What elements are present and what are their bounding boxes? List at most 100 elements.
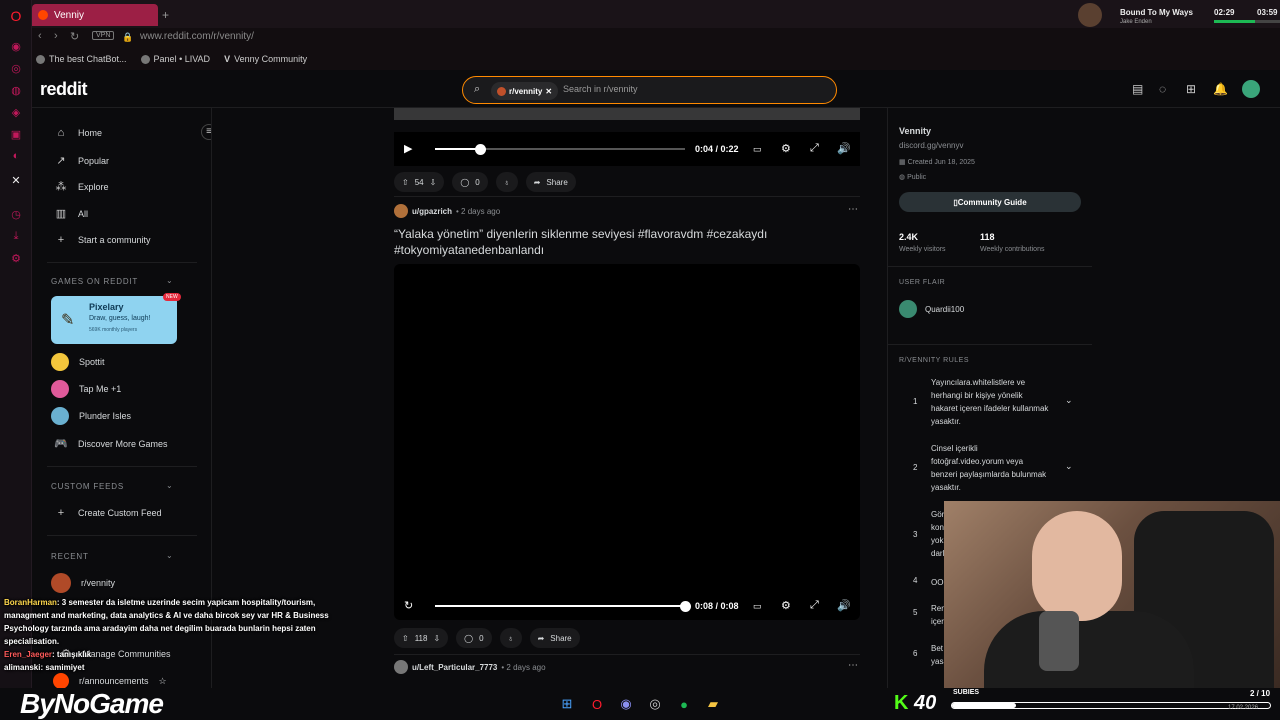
chat-icon[interactable]: ◌ xyxy=(1159,82,1166,96)
downvote-icon[interactable]: ⇩ xyxy=(430,178,437,187)
comments-button[interactable]: ◯ 0 xyxy=(452,172,488,192)
bookmark-panel[interactable]: Panel • LIVAD xyxy=(140,54,210,64)
advertise-icon[interactable]: ▤ xyxy=(1132,82,1143,96)
game-plunder[interactable]: Plunder Isles xyxy=(51,407,131,425)
bookmark-venny[interactable]: V Venny Community xyxy=(224,54,307,64)
chevron-down-icon[interactable]: ⌄ xyxy=(166,481,173,490)
gamepad-icon: 🎮 xyxy=(54,438,68,450)
game-spottit[interactable]: Spottit xyxy=(51,353,105,371)
nav-explore[interactable]: ⁂ Explore xyxy=(54,180,109,193)
create-custom-feed[interactable]: + Create Custom Feed xyxy=(54,507,162,519)
nav-start-community[interactable]: + Start a community xyxy=(54,234,151,246)
pixelary-card[interactable]: ✎ Pixelary Draw, guess, laugh! 569K mont… xyxy=(51,293,181,344)
vote-pill[interactable]: ⇧ 118 ⇩ xyxy=(394,628,449,648)
new-tab-button[interactable]: + xyxy=(162,8,169,22)
more-options-icon[interactable]: ⋯ xyxy=(848,204,858,215)
post2-video[interactable] xyxy=(394,264,860,620)
vpn-badge[interactable]: VPN xyxy=(92,31,115,40)
forward-icon[interactable]: › xyxy=(54,30,58,42)
post3-user[interactable]: u/Left_Particular_7773 xyxy=(412,663,497,672)
upvote-icon[interactable]: ⇧ xyxy=(402,178,409,187)
tab-reddit[interactable]: Venniy xyxy=(32,4,158,26)
discord-taskbar-icon[interactable]: ◉ xyxy=(617,695,635,713)
community-guide-button[interactable]: ▯ Community Guide xyxy=(899,192,1081,212)
share-button[interactable]: ➦ Share xyxy=(525,172,576,192)
chevron-down-icon[interactable]: ⌄ xyxy=(166,276,173,285)
captions-icon[interactable]: ▭ xyxy=(753,144,762,155)
reddit-logo[interactable]: reddit xyxy=(40,79,88,100)
rule-number: 6 xyxy=(913,649,918,658)
replay-icon[interactable]: ↻ xyxy=(404,599,413,612)
volume-icon[interactable]: 🔊 xyxy=(837,142,851,155)
post2-title[interactable]: “Yalaka yönetim” diyenlerin siklenme sev… xyxy=(394,226,794,258)
chat-text: : tanışıklık xyxy=(52,650,92,659)
games-header[interactable]: GAMES ON REDDIT xyxy=(51,277,138,286)
x-icon[interactable]: ✕ xyxy=(8,172,24,188)
aria-icon[interactable]: ◉ xyxy=(8,38,24,54)
discover-games[interactable]: 🎮 Discover More Games xyxy=(54,437,167,450)
contributions-label: Weekly contributions xyxy=(980,246,1045,253)
subies-count: 2 / 10 xyxy=(1250,689,1271,698)
recent-vennity[interactable]: r/vennity xyxy=(51,573,115,593)
fullscreen-icon[interactable]: ⤢ xyxy=(810,142,819,155)
downloads-icon[interactable]: ⤓ xyxy=(8,228,24,244)
chevron-down-icon[interactable]: ⌄ xyxy=(1065,395,1073,406)
history-icon[interactable]: ◷ xyxy=(8,206,24,222)
back-icon[interactable]: ‹ xyxy=(38,30,42,42)
now-playing-widget[interactable]: Bound To My Ways Jake Enden xyxy=(1078,3,1198,27)
play-icon[interactable]: ▶ xyxy=(404,142,412,155)
search-input[interactable]: Search in r/vennity xyxy=(563,84,638,94)
vote-pill[interactable]: ⇧ 54 ⇩ xyxy=(394,172,445,192)
opera-taskbar-icon[interactable]: O xyxy=(588,695,606,713)
instagram-icon[interactable]: ◈ xyxy=(8,104,24,120)
video-seek-knob[interactable] xyxy=(475,144,486,155)
custom-feeds-header[interactable]: CUSTOM FEEDS xyxy=(51,482,124,491)
discord-icon[interactable]: ◐ xyxy=(8,148,24,164)
game-tapme[interactable]: Tap Me +1 xyxy=(51,380,121,398)
award-button[interactable]: ♁ xyxy=(495,172,518,192)
plus-icon: + xyxy=(57,507,65,519)
flair-user[interactable]: Quardii100 xyxy=(925,305,964,314)
downvote-icon[interactable]: ⇩ xyxy=(433,634,440,643)
url-field[interactable]: www.reddit.com/r/vennity/ xyxy=(140,31,254,42)
chevron-down-icon[interactable]: ⌄ xyxy=(166,551,173,560)
comments-button[interactable]: ◯ 0 xyxy=(456,628,492,648)
user-avatar[interactable] xyxy=(394,204,408,218)
opera-logo-icon[interactable]: O xyxy=(8,8,24,24)
video-seek-knob[interactable] xyxy=(680,601,691,612)
settings-icon[interactable]: ⚙ xyxy=(781,142,791,155)
file-explorer-icon[interactable]: ▰ xyxy=(704,695,722,713)
recent-header[interactable]: RECENT xyxy=(51,552,89,561)
nav-all[interactable]: ▥ All xyxy=(54,207,88,220)
search-bar[interactable]: ⌕ r/vennity ✕ Search in r/vennity xyxy=(462,76,837,104)
settings-icon[interactable]: ⚙ xyxy=(8,250,24,266)
notifications-icon[interactable]: 🔔 xyxy=(1213,82,1228,96)
nav-popular[interactable]: ↗ Popular xyxy=(54,154,109,167)
messenger-icon[interactable]: ◎ xyxy=(8,60,24,76)
whatsapp-icon[interactable]: ◍ xyxy=(8,82,24,98)
bookmark-chatbot[interactable]: The best ChatBot... xyxy=(36,54,127,64)
create-post-icon[interactable]: ⊞ xyxy=(1186,82,1196,96)
twitch-icon[interactable]: ▣ xyxy=(8,126,24,142)
share-button[interactable]: ➦ Share xyxy=(529,628,580,648)
reload-icon[interactable]: ↻ xyxy=(70,30,79,43)
nav-home[interactable]: ⌂ Home xyxy=(54,127,102,139)
search-community-chip[interactable]: r/vennity ✕ xyxy=(491,82,559,100)
post2-user[interactable]: u/gpazrich xyxy=(412,207,452,216)
close-icon[interactable]: ✕ xyxy=(545,87,552,96)
volume-icon[interactable]: 🔊 xyxy=(837,599,851,612)
upvote-icon[interactable]: ⇧ xyxy=(402,634,409,643)
user-avatar[interactable] xyxy=(394,660,408,674)
collapse-nav-icon[interactable]: ≡ xyxy=(201,124,211,140)
captions-icon[interactable]: ▭ xyxy=(753,601,762,612)
fullscreen-icon[interactable]: ⤢ xyxy=(810,599,819,612)
chevron-down-icon[interactable]: ⌄ xyxy=(1065,461,1073,472)
award-button[interactable]: ♁ xyxy=(499,628,522,648)
windows-start-icon[interactable]: ⊞ xyxy=(558,695,576,713)
obs-taskbar-icon[interactable]: ◎ xyxy=(646,695,664,713)
user-avatar[interactable] xyxy=(1242,80,1260,98)
more-options-icon[interactable]: ⋯ xyxy=(848,660,858,671)
spotify-taskbar-icon[interactable]: ● xyxy=(675,695,693,713)
divider xyxy=(394,654,860,655)
settings-icon[interactable]: ⚙ xyxy=(781,599,791,612)
